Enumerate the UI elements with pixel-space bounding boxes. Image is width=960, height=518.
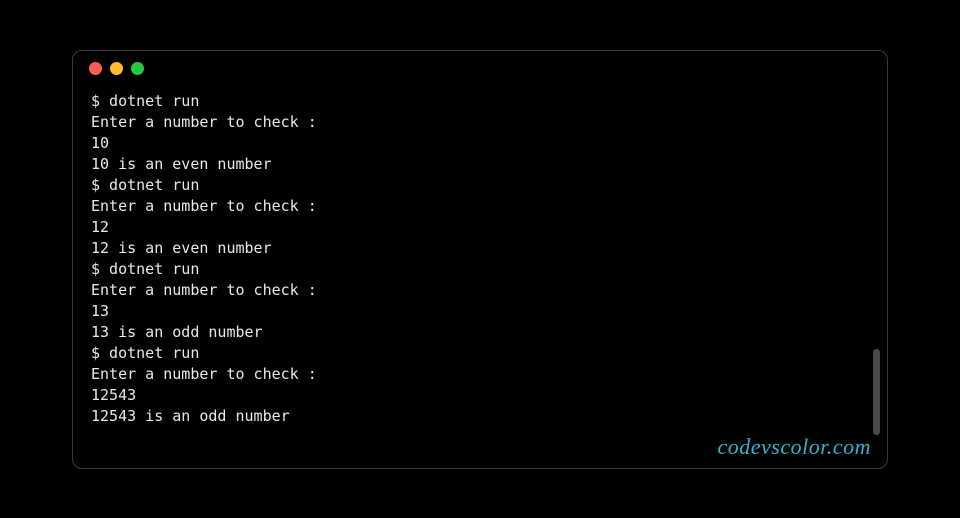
watermark: codevscolor.com	[717, 434, 871, 460]
terminal-output: $ dotnet run Enter a number to check : 1…	[73, 87, 887, 437]
maximize-icon[interactable]	[131, 62, 144, 75]
title-bar	[73, 51, 887, 87]
close-icon[interactable]	[89, 62, 102, 75]
terminal-window: $ dotnet run Enter a number to check : 1…	[72, 50, 888, 469]
minimize-icon[interactable]	[110, 62, 123, 75]
scrollbar-thumb[interactable]	[873, 349, 880, 435]
